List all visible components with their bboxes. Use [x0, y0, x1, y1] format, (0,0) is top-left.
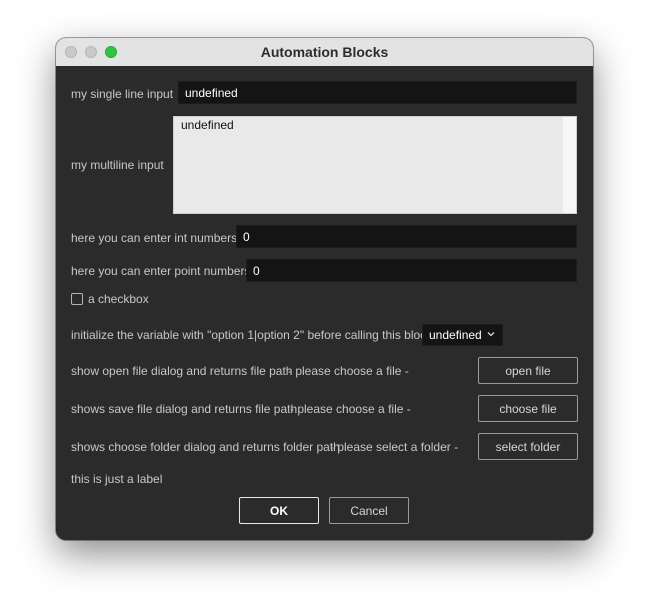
chevron-down-icon [487, 332, 495, 337]
ok-button[interactable]: OK [239, 497, 319, 524]
save-file-label: shows save file dialog and returns file … [71, 402, 298, 416]
dialog-window: Automation Blocks my single line input m… [56, 38, 593, 540]
static-label: this is just a label [71, 472, 163, 486]
multiline-input[interactable]: undefined [173, 116, 577, 214]
dropdown-label: initialize the variable with "option 1|o… [71, 328, 433, 342]
title-bar: Automation Blocks [56, 38, 593, 67]
dropdown-selected-value: undefined [429, 328, 482, 342]
dialog-content: my single line input my multiline input … [56, 66, 593, 540]
open-file-path: - please choose a file - [288, 364, 409, 378]
single-line-input[interactable] [178, 81, 577, 104]
open-file-button[interactable]: open file [478, 357, 578, 384]
single-line-label: my single line input [71, 87, 174, 101]
point-numbers-input[interactable] [246, 259, 577, 282]
int-numbers-input[interactable] [236, 225, 577, 248]
choose-folder-label: shows choose folder dialog and returns f… [71, 440, 340, 454]
cancel-button[interactable]: Cancel [329, 497, 409, 524]
multiline-label: my multiline input [71, 158, 164, 172]
save-file-path: - please choose a file - [290, 402, 411, 416]
choose-folder-path: - please select a folder - [330, 440, 459, 454]
open-file-label: show open file dialog and returns file p… [71, 364, 293, 378]
option-dropdown[interactable]: undefined [422, 324, 503, 346]
checkbox[interactable] [71, 293, 83, 305]
checkbox-label[interactable]: a checkbox [88, 292, 149, 306]
point-numbers-label: here you can enter point numbers [71, 264, 251, 278]
select-folder-button[interactable]: select folder [478, 433, 578, 460]
multiline-scrollbar[interactable] [563, 117, 576, 213]
choose-file-button[interactable]: choose file [478, 395, 578, 422]
int-numbers-label: here you can enter int numbers [71, 231, 238, 245]
window-title: Automation Blocks [260, 44, 389, 60]
